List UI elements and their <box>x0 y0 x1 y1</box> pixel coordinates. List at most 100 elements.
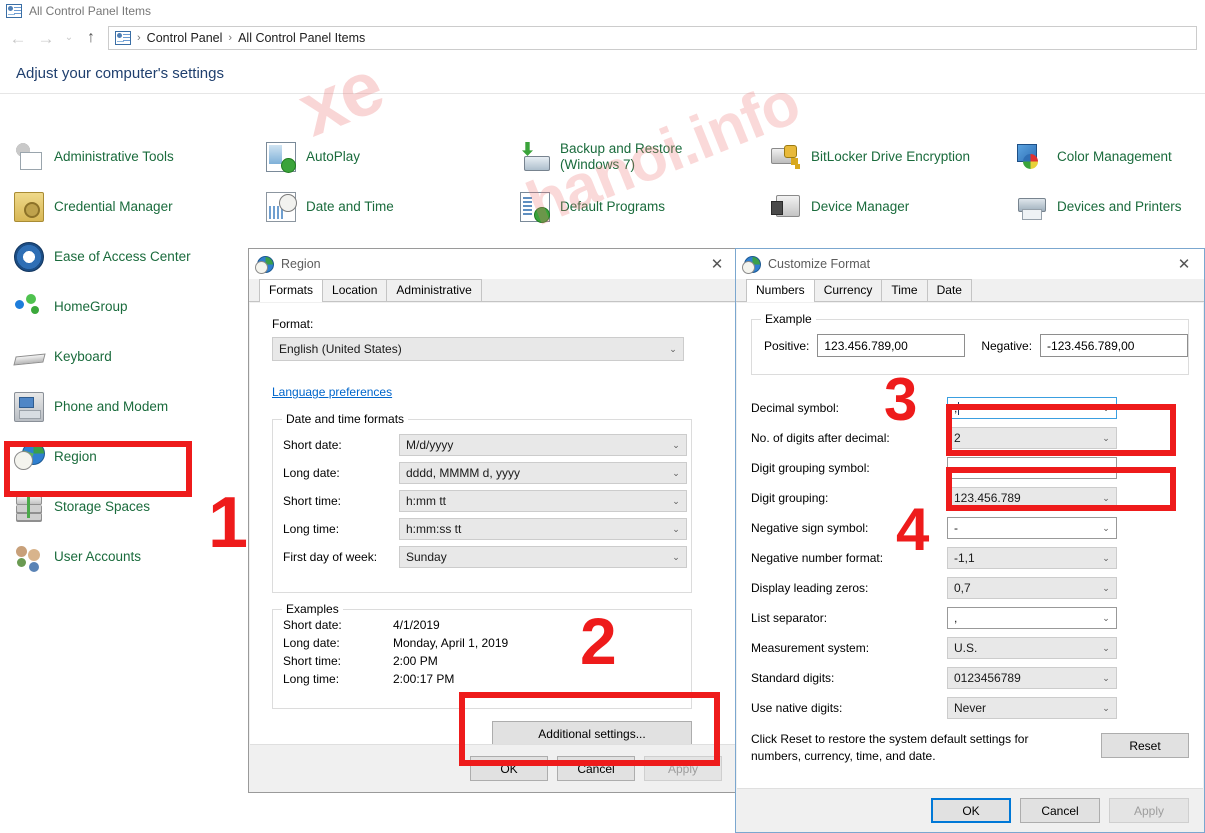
page-header: Adjust your computer's settings <box>0 54 1205 94</box>
region-ok-button[interactable]: OK <box>470 756 548 781</box>
cp-item-homegroup[interactable]: HomeGroup <box>0 282 252 332</box>
chevron-down-icon: ⌄ <box>1102 522 1110 533</box>
use-native-digits-select[interactable]: Never ⌄ <box>947 697 1117 719</box>
negative-number-format-select[interactable]: -1,1 ⌄ <box>947 547 1117 569</box>
cp-item-color-management[interactable]: Color Management <box>1003 132 1205 182</box>
customize-format-titlebar: Customize Format ✕ <box>736 249 1204 279</box>
cp-item-default-programs[interactable]: Default Programs <box>506 182 757 232</box>
cp-item-devices-and-printers[interactable]: Devices and Printers <box>1003 182 1205 232</box>
tab-formats[interactable]: Formats <box>259 279 324 302</box>
long-time-label: Long time: <box>283 522 340 536</box>
digit-grouping-select[interactable]: 123.456.789 ⌄ <box>947 487 1117 509</box>
cp-item-backup-and-restore[interactable]: Backup and Restore (Windows 7) <box>506 132 757 182</box>
cp-item-label: Administrative Tools <box>54 149 174 165</box>
breadcrumb-item-all-control-panel-items[interactable]: All Control Panel Items <box>238 31 365 45</box>
keyboard-icon <box>14 342 44 372</box>
example-long-date-label: Long date: <box>283 636 340 650</box>
customize-ok-button[interactable]: OK <box>931 798 1011 823</box>
tab-date[interactable]: Date <box>926 279 972 301</box>
digits-after-decimal-value: 2 <box>954 431 961 445</box>
cp-item-device-manager[interactable]: Device Manager <box>757 182 1003 232</box>
first-day-of-week-label: First day of week: <box>283 550 378 564</box>
example-long-time-label: Long time: <box>283 672 340 686</box>
cp-item-label: Credential Manager <box>54 199 173 215</box>
additional-settings-button[interactable]: Additional settings... <box>492 721 692 746</box>
cp-item-date-and-time[interactable]: Date and Time <box>252 182 506 232</box>
example-short-time-value: 2:00 PM <box>393 654 438 668</box>
window-titlebar: All Control Panel Items <box>0 0 1205 22</box>
cp-item-user-accounts[interactable]: User Accounts <box>0 532 252 582</box>
display-leading-zeros-value: 0,7 <box>954 581 971 595</box>
cp-item-label: Phone and Modem <box>54 399 169 415</box>
back-button[interactable]: ← <box>4 25 32 51</box>
customize-cancel-button[interactable]: Cancel <box>1020 798 1100 823</box>
example-long-date-value: Monday, April 1, 2019 <box>393 636 509 650</box>
first-day-of-week-select[interactable]: Sunday ⌄ <box>399 546 687 568</box>
cp-item-storage-spaces[interactable]: Storage Spaces <box>0 482 252 532</box>
long-time-select[interactable]: h:mm:ss tt ⌄ <box>399 518 687 540</box>
cp-item-autoplay[interactable]: AutoPlay <box>252 132 506 182</box>
format-label: Format: <box>272 317 314 331</box>
chevron-down-icon: ⌄ <box>672 467 680 478</box>
cp-item-administrative-tools[interactable]: Administrative Tools <box>0 132 252 182</box>
reset-button[interactable]: Reset <box>1101 733 1189 758</box>
examples-group: Examples Short date: 4/1/2019 Long date:… <box>272 602 692 709</box>
short-time-value: h:mm tt <box>406 494 447 508</box>
examples-group-label: Examples <box>282 602 343 616</box>
tab-location[interactable]: Location <box>322 279 388 301</box>
page-title: Adjust your computer's settings <box>16 65 224 82</box>
measurement-system-select[interactable]: U.S. ⌄ <box>947 637 1117 659</box>
forward-button[interactable]: → <box>32 25 60 51</box>
tab-currency[interactable]: Currency <box>813 279 883 301</box>
date-time-formats-group-label: Date and time formats <box>282 412 409 426</box>
reset-note-line2: numbers, currency, time, and date. <box>751 749 936 764</box>
decimal-symbol-select[interactable]: , ⌄ <box>947 397 1117 419</box>
example-short-date-value: 4/1/2019 <box>393 618 440 632</box>
cp-item-credential-manager[interactable]: Credential Manager <box>0 182 252 232</box>
standard-digits-select[interactable]: 0123456789 ⌄ <box>947 667 1117 689</box>
digit-grouping-symbol-value: . <box>954 461 958 475</box>
negative-number-format-value: -1,1 <box>954 551 975 565</box>
tab-time[interactable]: Time <box>881 279 928 301</box>
short-date-select[interactable]: M/d/yyyy ⌄ <box>399 434 687 456</box>
cp-item-phone-and-modem[interactable]: Phone and Modem <box>0 382 252 432</box>
display-leading-zeros-label: Display leading zeros: <box>751 581 869 595</box>
region-icon <box>255 255 274 274</box>
long-date-select[interactable]: dddd, MMMM d, yyyy ⌄ <box>399 462 687 484</box>
cp-item-region[interactable]: Region <box>0 432 252 482</box>
negative-sign-symbol-label: Negative sign symbol: <box>751 521 869 535</box>
chevron-down-icon: ⌄ <box>672 523 680 534</box>
cp-item-bitlocker-drive-encryption[interactable]: BitLocker Drive Encryption <box>757 132 1003 182</box>
long-date-label: Long date: <box>283 466 340 480</box>
short-time-select[interactable]: h:mm tt ⌄ <box>399 490 687 512</box>
format-select[interactable]: English (United States) ⌄ <box>272 337 684 361</box>
digits-after-decimal-select[interactable]: 2 ⌄ <box>947 427 1117 449</box>
recent-locations-button[interactable]: ⌄ <box>60 25 78 51</box>
region-dialog-titlebar: Region ✕ <box>249 249 737 279</box>
language-preferences-link[interactable]: Language preferences <box>272 385 392 399</box>
cp-item-label: BitLocker Drive Encryption <box>811 149 971 165</box>
breadcrumb-item-control-panel[interactable]: Control Panel <box>147 31 223 45</box>
tab-administrative[interactable]: Administrative <box>386 279 482 301</box>
decimal-symbol-value: , <box>954 401 958 415</box>
display-leading-zeros-select[interactable]: 0,7 ⌄ <box>947 577 1117 599</box>
breadcrumb[interactable]: › Control Panel › All Control Panel Item… <box>108 26 1197 50</box>
cp-item-ease-of-access-center[interactable]: Ease of Access Center <box>0 232 252 282</box>
cp-item-keyboard[interactable]: Keyboard <box>0 332 252 382</box>
region-apply-button: Apply <box>644 756 722 781</box>
navigation-bar: ← → ⌄ ↑ › Control Panel › All Control Pa… <box>0 22 1205 54</box>
list-separator-select[interactable]: , ⌄ <box>947 607 1117 629</box>
tab-numbers[interactable]: Numbers <box>746 279 815 302</box>
positive-label: Positive: <box>764 338 810 353</box>
customize-apply-button: Apply <box>1109 798 1189 823</box>
customize-format-tabstrip: Numbers Currency Time Date <box>736 279 1204 302</box>
region-cancel-button[interactable]: Cancel <box>557 756 635 781</box>
negative-sign-symbol-select[interactable]: - ⌄ <box>947 517 1117 539</box>
digit-grouping-symbol-select[interactable]: . ⌄ <box>947 457 1117 479</box>
device-manager-icon <box>771 192 801 222</box>
up-button[interactable]: ↑ <box>78 25 104 51</box>
region-dialog-title: Region <box>281 257 321 271</box>
region-tabstrip: Formats Location Administrative <box>249 279 737 302</box>
close-icon[interactable]: ✕ <box>1164 249 1204 279</box>
close-icon[interactable]: ✕ <box>697 249 737 279</box>
